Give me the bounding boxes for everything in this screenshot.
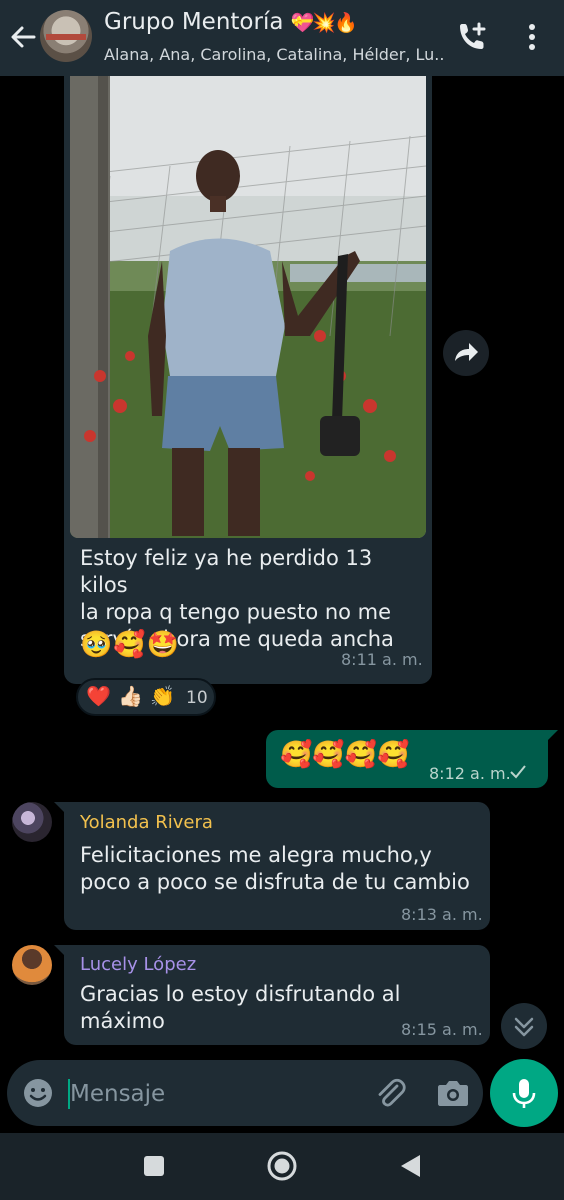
emoji-icon[interactable]	[22, 1077, 54, 1109]
message-line: la ropa q tengo puesto no me	[80, 600, 392, 624]
message-time: 8:13 a. m.	[401, 905, 483, 924]
back-icon[interactable]	[398, 1153, 422, 1183]
message-line: poco a poco se disfruta de tu cambio	[80, 870, 470, 894]
bubble-tail-icon	[54, 945, 66, 957]
group-avatar[interactable]	[40, 10, 92, 62]
microphone-button[interactable]	[490, 1059, 558, 1127]
message-time: 8:15 a. m.	[401, 1020, 483, 1039]
message-emojis: 🥰🥰🥰🥰	[280, 740, 410, 770]
bubble-tail-icon	[54, 802, 66, 814]
recent-apps-icon[interactable]	[143, 1155, 165, 1181]
group-members[interactable]: Alana, Ana, Carolina, Catalina, Hélder, …	[104, 45, 444, 64]
message-emojis: 🥹🥰🤩	[80, 630, 181, 660]
message-line: Gracias lo estoy disfrutando al	[80, 982, 401, 1006]
clap-reaction-icon: 👏	[150, 684, 175, 708]
thumbs-up-reaction-icon: 👍🏻	[118, 684, 143, 708]
reactions-pill[interactable]: ❤️ 👍🏻 👏 10	[76, 678, 216, 716]
message-input[interactable]	[70, 1078, 360, 1110]
message-line: Felicitaciones me alegra mucho,y	[80, 843, 432, 867]
forward-button[interactable]	[443, 330, 489, 376]
message-line: Estoy feliz ya he perdido 13 kilos	[80, 546, 373, 597]
heart-reaction-icon: ❤️	[86, 684, 111, 708]
avatar[interactable]	[12, 802, 52, 842]
message-time: 8:11 a. m.	[341, 650, 423, 669]
single-check-icon	[510, 765, 526, 779]
message-text: Gracias lo estoy disfrutando al máximo	[80, 981, 410, 1035]
scroll-to-bottom-button[interactable]	[501, 1003, 547, 1049]
reaction-count: 10	[186, 688, 208, 708]
add-call-icon[interactable]	[455, 22, 487, 52]
sender-name[interactable]: Lucely López	[80, 954, 196, 975]
camera-icon[interactable]	[436, 1078, 470, 1108]
sender-name[interactable]: Yolanda Rivera	[80, 812, 213, 833]
paperclip-icon[interactable]	[373, 1076, 407, 1110]
bubble-tail-icon	[546, 730, 558, 742]
message-line: máximo	[80, 1009, 165, 1033]
group-title-text: Grupo Mentoría	[104, 9, 284, 35]
home-icon[interactable]	[266, 1150, 298, 1186]
group-title-emojis: 💝💥🔥	[290, 12, 358, 34]
back-arrow-icon[interactable]	[8, 20, 38, 54]
message-time: 8:12 a. m.	[429, 764, 511, 783]
message-text: Felicitaciones me alegra mucho,y poco a …	[80, 842, 485, 896]
more-options-icon[interactable]	[520, 22, 544, 52]
chat-header: Grupo Mentoría 💝💥🔥 Alana, Ana, Carolina,…	[0, 0, 564, 76]
shared-photo[interactable]	[70, 76, 426, 538]
group-title[interactable]: Grupo Mentoría 💝💥🔥	[104, 9, 358, 35]
avatar[interactable]	[12, 945, 52, 985]
